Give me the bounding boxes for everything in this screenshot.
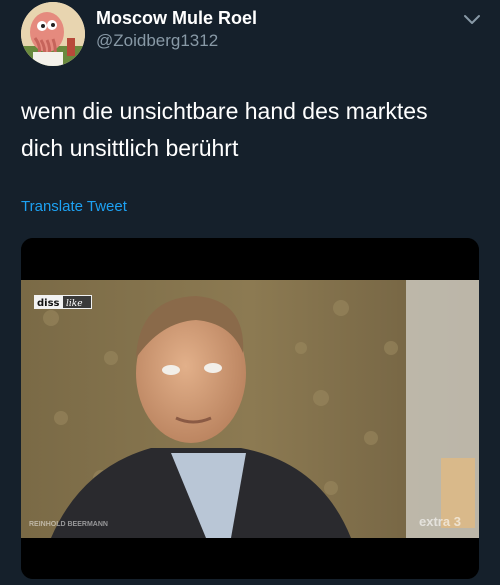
extra3-watermark: extra 3 — [419, 514, 461, 529]
like-logo-text: like — [66, 299, 83, 309]
user-handle[interactable]: @Zoidberg1312 — [96, 31, 218, 51]
tweet-text-line: wenn die unsichtbare hand des marktes — [21, 98, 428, 124]
media-video[interactable]: diss like extra 3 REINHOLD BEERMANN — [21, 238, 479, 579]
video-frame: diss like extra 3 REINHOLD BEERMANN — [21, 238, 479, 579]
left-watermark: REINHOLD BEERMANN — [29, 521, 108, 528]
tweet-text-line: dich unsittlich berührt — [21, 135, 239, 161]
display-name[interactable]: Moscow Mule Roel — [96, 8, 257, 29]
avatar[interactable] — [21, 2, 85, 66]
chevron-down-icon[interactable] — [462, 10, 482, 30]
avatar-image — [21, 2, 85, 66]
diss-logo-text: diss — [37, 298, 60, 309]
translate-tweet-link[interactable]: Translate Tweet — [21, 198, 127, 215]
tweet-text: wenn die unsichtbare hand des marktes di… — [21, 93, 486, 167]
